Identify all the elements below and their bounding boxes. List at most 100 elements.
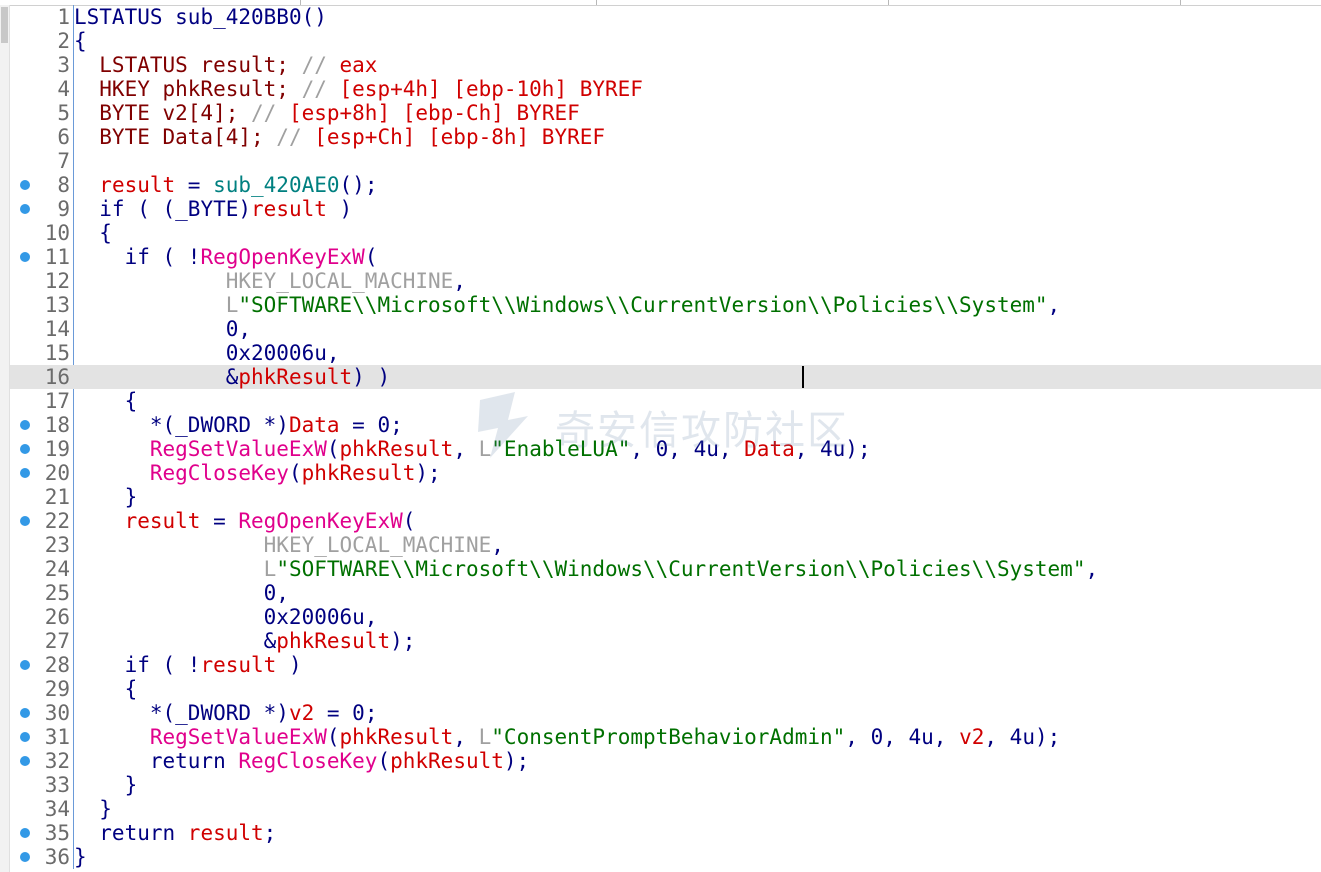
code-text[interactable]: HKEY_LOCAL_MACHINE, bbox=[74, 533, 504, 557]
code-line-current[interactable]: 16 &phkResult) ) bbox=[10, 365, 1321, 389]
code-line[interactable]: 24 L"SOFTWARE\\Microsoft\\Windows\\Curre… bbox=[10, 557, 1321, 581]
breakpoint-dot-icon[interactable] bbox=[20, 828, 30, 838]
code-line[interactable]: 26 0x20006u, bbox=[10, 605, 1321, 629]
code-line[interactable]: 12 HKEY_LOCAL_MACHINE, bbox=[10, 269, 1321, 293]
breakpoint-dot-icon[interactable] bbox=[20, 756, 30, 766]
code-line[interactable]: 11 if ( !RegOpenKeyExW( bbox=[10, 245, 1321, 269]
code-token: v2 bbox=[288, 701, 315, 725]
code-line[interactable]: 29 { bbox=[10, 677, 1321, 701]
code-text[interactable]: BYTE v2[4]; // [esp+8h] [ebp-Ch] BYREF bbox=[74, 101, 579, 125]
scrollbar-thumb[interactable] bbox=[1, 7, 8, 43]
code-line[interactable]: 7 bbox=[10, 149, 1321, 173]
code-line[interactable]: 21 } bbox=[10, 485, 1321, 509]
code-text[interactable]: *(_DWORD *)Data = 0; bbox=[74, 413, 403, 437]
code-text[interactable]: &phkResult) ) bbox=[74, 365, 390, 389]
code-line[interactable]: 30 *(_DWORD *)v2 = 0; bbox=[10, 701, 1321, 725]
code-line[interactable]: 28 if ( !result ) bbox=[10, 653, 1321, 677]
breakpoint-dot-icon[interactable] bbox=[20, 204, 30, 214]
code-line[interactable]: 36} bbox=[10, 845, 1321, 869]
code-token: if ( ! bbox=[74, 245, 201, 269]
vertical-scrollbar[interactable] bbox=[0, 5, 10, 872]
breakpoint-dot-icon[interactable] bbox=[20, 444, 30, 454]
code-line[interactable]: 19 RegSetValueExW(phkResult, L"EnableLUA… bbox=[10, 437, 1321, 461]
code-token: = 0; bbox=[314, 701, 378, 725]
code-token: phkResult bbox=[238, 365, 353, 389]
code-text[interactable]: LSTATUS sub_420BB0() bbox=[74, 5, 327, 29]
code-text[interactable]: { bbox=[74, 677, 138, 701]
code-line[interactable]: 15 0x20006u, bbox=[10, 341, 1321, 365]
code-text[interactable]: { bbox=[74, 389, 138, 413]
code-line[interactable]: 22 result = RegOpenKeyExW( bbox=[10, 509, 1321, 533]
code-line[interactable]: 33 } bbox=[10, 773, 1321, 797]
code-text[interactable]: } bbox=[74, 485, 138, 509]
breakpoint-dot-icon[interactable] bbox=[20, 732, 30, 742]
code-line[interactable]: 35 return result; bbox=[10, 821, 1321, 845]
code-text[interactable]: { bbox=[74, 29, 87, 53]
code-text[interactable]: &phkResult); bbox=[74, 629, 416, 653]
code-line[interactable]: 20 RegCloseKey(phkResult); bbox=[10, 461, 1321, 485]
code-token: , 4u); bbox=[984, 725, 1061, 749]
breakpoint-dot-icon[interactable] bbox=[20, 180, 30, 190]
code-text[interactable]: { bbox=[74, 221, 112, 245]
breakpoint-dot-icon[interactable] bbox=[20, 516, 30, 526]
code-text[interactable]: 0, bbox=[74, 317, 251, 341]
code-token: *) bbox=[251, 701, 289, 725]
breakpoint-dot-icon[interactable] bbox=[20, 852, 30, 862]
code-line[interactable]: 6 BYTE Data[4]; // [esp+Ch] [ebp-8h] BYR… bbox=[10, 125, 1321, 149]
code-text[interactable]: return result; bbox=[74, 821, 276, 845]
code-line[interactable]: 9 if ( (_BYTE)result ) bbox=[10, 197, 1321, 221]
code-text[interactable]: HKEY_LOCAL_MACHINE, bbox=[74, 269, 466, 293]
code-line[interactable]: 13 L"SOFTWARE\\Microsoft\\Windows\\Curre… bbox=[10, 293, 1321, 317]
code-text[interactable]: RegSetValueExW(phkResult, L"EnableLUA", … bbox=[74, 437, 871, 461]
code-line[interactable]: 10 { bbox=[10, 221, 1321, 245]
code-token: Data bbox=[744, 437, 795, 461]
code-text[interactable]: 0x20006u, bbox=[74, 341, 340, 365]
code-line[interactable]: 17 { bbox=[10, 389, 1321, 413]
code-text[interactable]: return RegCloseKey(phkResult); bbox=[74, 749, 529, 773]
code-text[interactable]: LSTATUS result; // eax bbox=[74, 53, 377, 77]
pseudocode-editor[interactable]: 1 LSTATUS sub_420BB0() 2{3 LSTATUS result;… bbox=[10, 5, 1321, 872]
code-text[interactable]: RegCloseKey(phkResult); bbox=[74, 461, 441, 485]
code-line[interactable]: 23 HKEY_LOCAL_MACHINE, bbox=[10, 533, 1321, 557]
code-line[interactable]: 5 BYTE v2[4]; // [esp+8h] [ebp-Ch] BYREF bbox=[10, 101, 1321, 125]
code-token: RegSetValueExW bbox=[149, 725, 327, 749]
code-text[interactable]: 0x20006u, bbox=[74, 605, 378, 629]
code-line[interactable]: 14 0, bbox=[10, 317, 1321, 341]
code-text[interactable]: } bbox=[74, 773, 138, 797]
code-line[interactable]: 25 0, bbox=[10, 581, 1321, 605]
code-line[interactable]: 27 &phkResult); bbox=[10, 629, 1321, 653]
code-text[interactable]: RegSetValueExW(phkResult, L"ConsentPromp… bbox=[74, 725, 1060, 749]
code-text[interactable]: if ( !RegOpenKeyExW( bbox=[74, 245, 378, 269]
code-text[interactable]: L"SOFTWARE\\Microsoft\\Windows\\CurrentV… bbox=[74, 293, 1060, 317]
code-line[interactable]: 4 HKEY phkResult; // [esp+4h] [ebp-10h] … bbox=[10, 77, 1321, 101]
code-line[interactable]: 8 result = sub_420AE0(); bbox=[10, 173, 1321, 197]
code-line[interactable]: 3 LSTATUS result; // eax bbox=[10, 53, 1321, 77]
code-text[interactable]: BYTE Data[4]; // [esp+Ch] [ebp-8h] BYREF bbox=[74, 125, 605, 149]
code-text[interactable]: L"SOFTWARE\\Microsoft\\Windows\\CurrentV… bbox=[74, 557, 1098, 581]
breakpoint-dot-icon[interactable] bbox=[20, 252, 30, 262]
code-token: ) ) bbox=[352, 365, 391, 389]
code-line[interactable]: 32 return RegCloseKey(phkResult); bbox=[10, 749, 1321, 773]
code-line[interactable]: 34 } bbox=[10, 797, 1321, 821]
code-line[interactable]: 18 *(_DWORD *)Data = 0; bbox=[10, 413, 1321, 437]
line-number: 4 bbox=[57, 77, 70, 101]
breakpoint-dot-icon[interactable] bbox=[20, 708, 30, 718]
code-text[interactable]: result = RegOpenKeyExW( bbox=[74, 509, 416, 533]
breakpoint-dot-icon[interactable] bbox=[20, 660, 30, 670]
code-line[interactable]: 2{ bbox=[10, 29, 1321, 53]
breakpoint-dot-icon[interactable] bbox=[20, 420, 30, 430]
code-token: = 0; bbox=[339, 413, 403, 437]
code-text[interactable]: } bbox=[74, 845, 87, 869]
code-text[interactable]: 0, bbox=[74, 581, 289, 605]
code-text[interactable]: *(_DWORD *)v2 = 0; bbox=[74, 701, 378, 725]
code-line[interactable]: 1 LSTATUS sub_420BB0() bbox=[10, 5, 1321, 29]
code-line[interactable]: 31 RegSetValueExW(phkResult, L"ConsentPr… bbox=[10, 725, 1321, 749]
code-text[interactable]: } bbox=[74, 797, 112, 821]
code-text[interactable]: HKEY phkResult; // [esp+4h] [ebp-10h] BY… bbox=[74, 77, 643, 101]
code-text[interactable]: if ( !result ) bbox=[74, 653, 302, 677]
code-token: LSTATUS bbox=[74, 5, 163, 29]
code-text[interactable]: result = sub_420AE0(); bbox=[74, 173, 377, 197]
breakpoint-dot-icon[interactable] bbox=[20, 468, 30, 478]
code-token: 0x20006u, bbox=[74, 341, 340, 365]
code-text[interactable]: if ( (_BYTE)result ) bbox=[74, 197, 352, 221]
